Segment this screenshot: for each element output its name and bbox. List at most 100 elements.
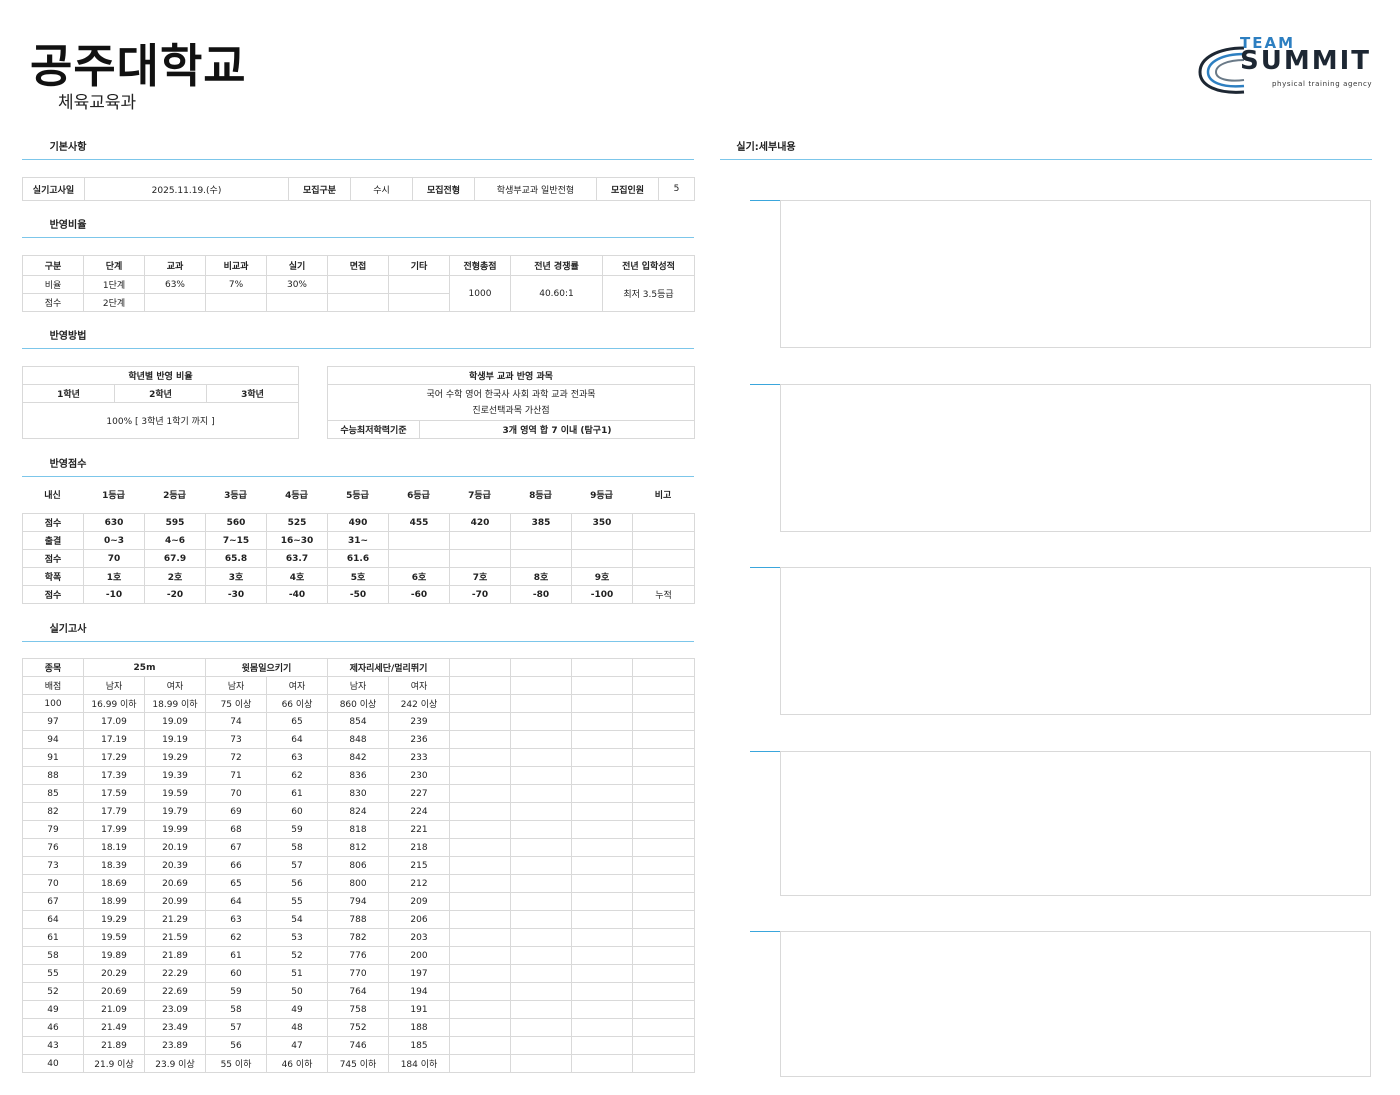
practical-cell: 218 xyxy=(388,838,450,857)
practical-cell: 224 xyxy=(388,802,450,821)
ratio-header-cell: 구분 xyxy=(22,255,84,276)
practical-cell: 17.39 xyxy=(83,766,145,785)
practical-cell: 752 xyxy=(327,1018,389,1037)
practical-cell: 21.49 xyxy=(83,1018,145,1037)
practical-cell: 19.59 xyxy=(144,784,206,803)
practical-cell: 57 xyxy=(205,1018,267,1037)
subject-line-2: 진로선택과목 가산점 xyxy=(472,405,550,416)
practical-cell: 61 xyxy=(266,784,328,803)
exam-date-value: 2025.11.19.(수) xyxy=(84,177,289,201)
practical-cell: 57 xyxy=(266,856,328,875)
score-cell: 9호 xyxy=(571,567,633,586)
practical-cell: 836 xyxy=(327,766,389,785)
score-row-label: 출결 xyxy=(22,531,84,550)
practical-cell: 56 xyxy=(205,1036,267,1055)
score-header-cell: 내신 xyxy=(44,490,61,501)
practical-gender: 남자 xyxy=(205,676,267,695)
practical-row: 79 17.99 19.99 68 59 818 221 xyxy=(22,820,695,839)
year-ratio-title: 학년별 반영 비율 xyxy=(22,366,299,385)
score-cell: -80 xyxy=(510,585,572,604)
practical-cell: 19.99 xyxy=(144,820,206,839)
score-row: 점수 70 67.9 65.8 63.7 61.6 xyxy=(22,549,695,568)
score-cell xyxy=(632,567,695,586)
ratio-prev-grade: 최저 3.5등급 xyxy=(602,275,695,312)
practical-cell: 770 xyxy=(327,964,389,983)
section-ratio-title: 반영비율 xyxy=(22,215,114,238)
detail-box xyxy=(780,384,1371,532)
score-cell xyxy=(449,531,511,550)
practical-cell: 74 xyxy=(205,712,267,731)
score-cell xyxy=(632,513,695,532)
ratio-header-cell: 전형총점 xyxy=(449,255,511,276)
ratio-header-cell: 기타 xyxy=(388,255,450,276)
score-cell: 5호 xyxy=(327,567,389,586)
practical-cell: 21.89 xyxy=(144,946,206,965)
section-practical-header: 실기고사 xyxy=(22,619,694,643)
score-row: 점수 630 595 560 525 490 455 420 385 350 xyxy=(22,513,695,532)
score-cell xyxy=(388,549,450,568)
practical-cell: 51 xyxy=(266,964,328,983)
score-header-cell: 3등급 xyxy=(224,490,247,501)
score-cell: 7~15 xyxy=(205,531,267,550)
ratio-cell xyxy=(327,275,389,294)
practical-cell: 54 xyxy=(266,910,328,929)
practical-cell: 22.29 xyxy=(144,964,206,983)
score-cell: 350 xyxy=(571,513,633,532)
practical-row: 40 21.9 이상 23.9 이상 55 이하 46 이하 745 이하 184 이하 xyxy=(22,1054,695,1073)
ratio-header-cell: 면접 xyxy=(327,255,389,276)
practical-cell: 21.89 xyxy=(83,1036,145,1055)
score-cell: -40 xyxy=(266,585,328,604)
subject-list: 국어 수학 영어 한국사 사회 과학 교과 전과목 진로선택과목 가산점 xyxy=(326,384,696,421)
logo-summit-text: SUMMIT xyxy=(1240,46,1371,76)
practical-points: 76 xyxy=(22,838,84,857)
score-cell: 630 xyxy=(83,513,145,532)
practical-cell: 66 이상 xyxy=(266,694,328,713)
score-cell xyxy=(632,531,695,550)
practical-cell: 59 xyxy=(205,982,267,1001)
practical-cell: 64 xyxy=(266,730,328,749)
practical-cell: 23.89 xyxy=(144,1036,206,1055)
score-cell: 63.7 xyxy=(266,549,328,568)
ratio-cell xyxy=(388,275,450,294)
ratio-cell: 비율 xyxy=(22,275,84,294)
score-cell: 455 xyxy=(388,513,450,532)
score-header-table: 내신 1등급 2등급 3등급 4등급 5등급 6등급 7등급 8등급 9등급 비… xyxy=(22,484,694,504)
team-summit-logo: TEAM SUMMIT physical training agency xyxy=(1198,34,1384,100)
practical-row: 97 17.09 19.09 74 65 854 239 xyxy=(22,712,695,731)
recruit-type-label: 모집구분 xyxy=(288,177,351,201)
practical-cell: 764 xyxy=(327,982,389,1001)
practical-cell: 63 xyxy=(205,910,267,929)
section-detail-header: 실기:세부내용 xyxy=(720,137,1372,161)
score-header-cell: 비고 xyxy=(654,490,672,501)
year-label: 2학년 xyxy=(114,384,207,403)
score-cell: 420 xyxy=(449,513,511,532)
practical-cell: 20.69 xyxy=(83,982,145,1001)
practical-row: 55 20.29 22.29 60 51 770 197 xyxy=(22,964,695,983)
practical-cell: 50 xyxy=(266,982,328,1001)
practical-points: 49 xyxy=(22,1000,84,1019)
practical-cell: 800 xyxy=(327,874,389,893)
ratio-cell xyxy=(327,293,389,312)
practical-cell: 19.79 xyxy=(144,802,206,821)
practical-cell: 70 xyxy=(205,784,267,803)
detail-box xyxy=(780,567,1371,715)
practical-points: 43 xyxy=(22,1036,84,1055)
practical-cell: 239 xyxy=(388,712,450,731)
score-header-cell: 7등급 xyxy=(468,490,491,501)
practical-cell: 18.99 xyxy=(83,892,145,911)
practical-cell: 17.29 xyxy=(83,748,145,767)
practical-row: 46 21.49 23.49 57 48 752 188 xyxy=(22,1018,695,1037)
practical-cell: 22.69 xyxy=(144,982,206,1001)
practical-cell: 197 xyxy=(388,964,450,983)
practical-row: 61 19.59 21.59 62 53 782 203 xyxy=(22,928,695,947)
ratio-cell: 7% xyxy=(205,275,267,294)
min-standard-value: 3개 영역 합 7 이내 (탐구1) xyxy=(418,420,696,439)
practical-points: 91 xyxy=(22,748,84,767)
practical-cell: 227 xyxy=(388,784,450,803)
practical-cell: 53 xyxy=(266,928,328,947)
practical-row: 91 17.29 19.29 72 63 842 233 xyxy=(22,748,695,767)
practical-cell: 242 이상 xyxy=(388,694,450,713)
practical-points: 67 xyxy=(22,892,84,911)
score-cell xyxy=(632,549,695,568)
ratio-cell: 30% xyxy=(266,275,328,294)
